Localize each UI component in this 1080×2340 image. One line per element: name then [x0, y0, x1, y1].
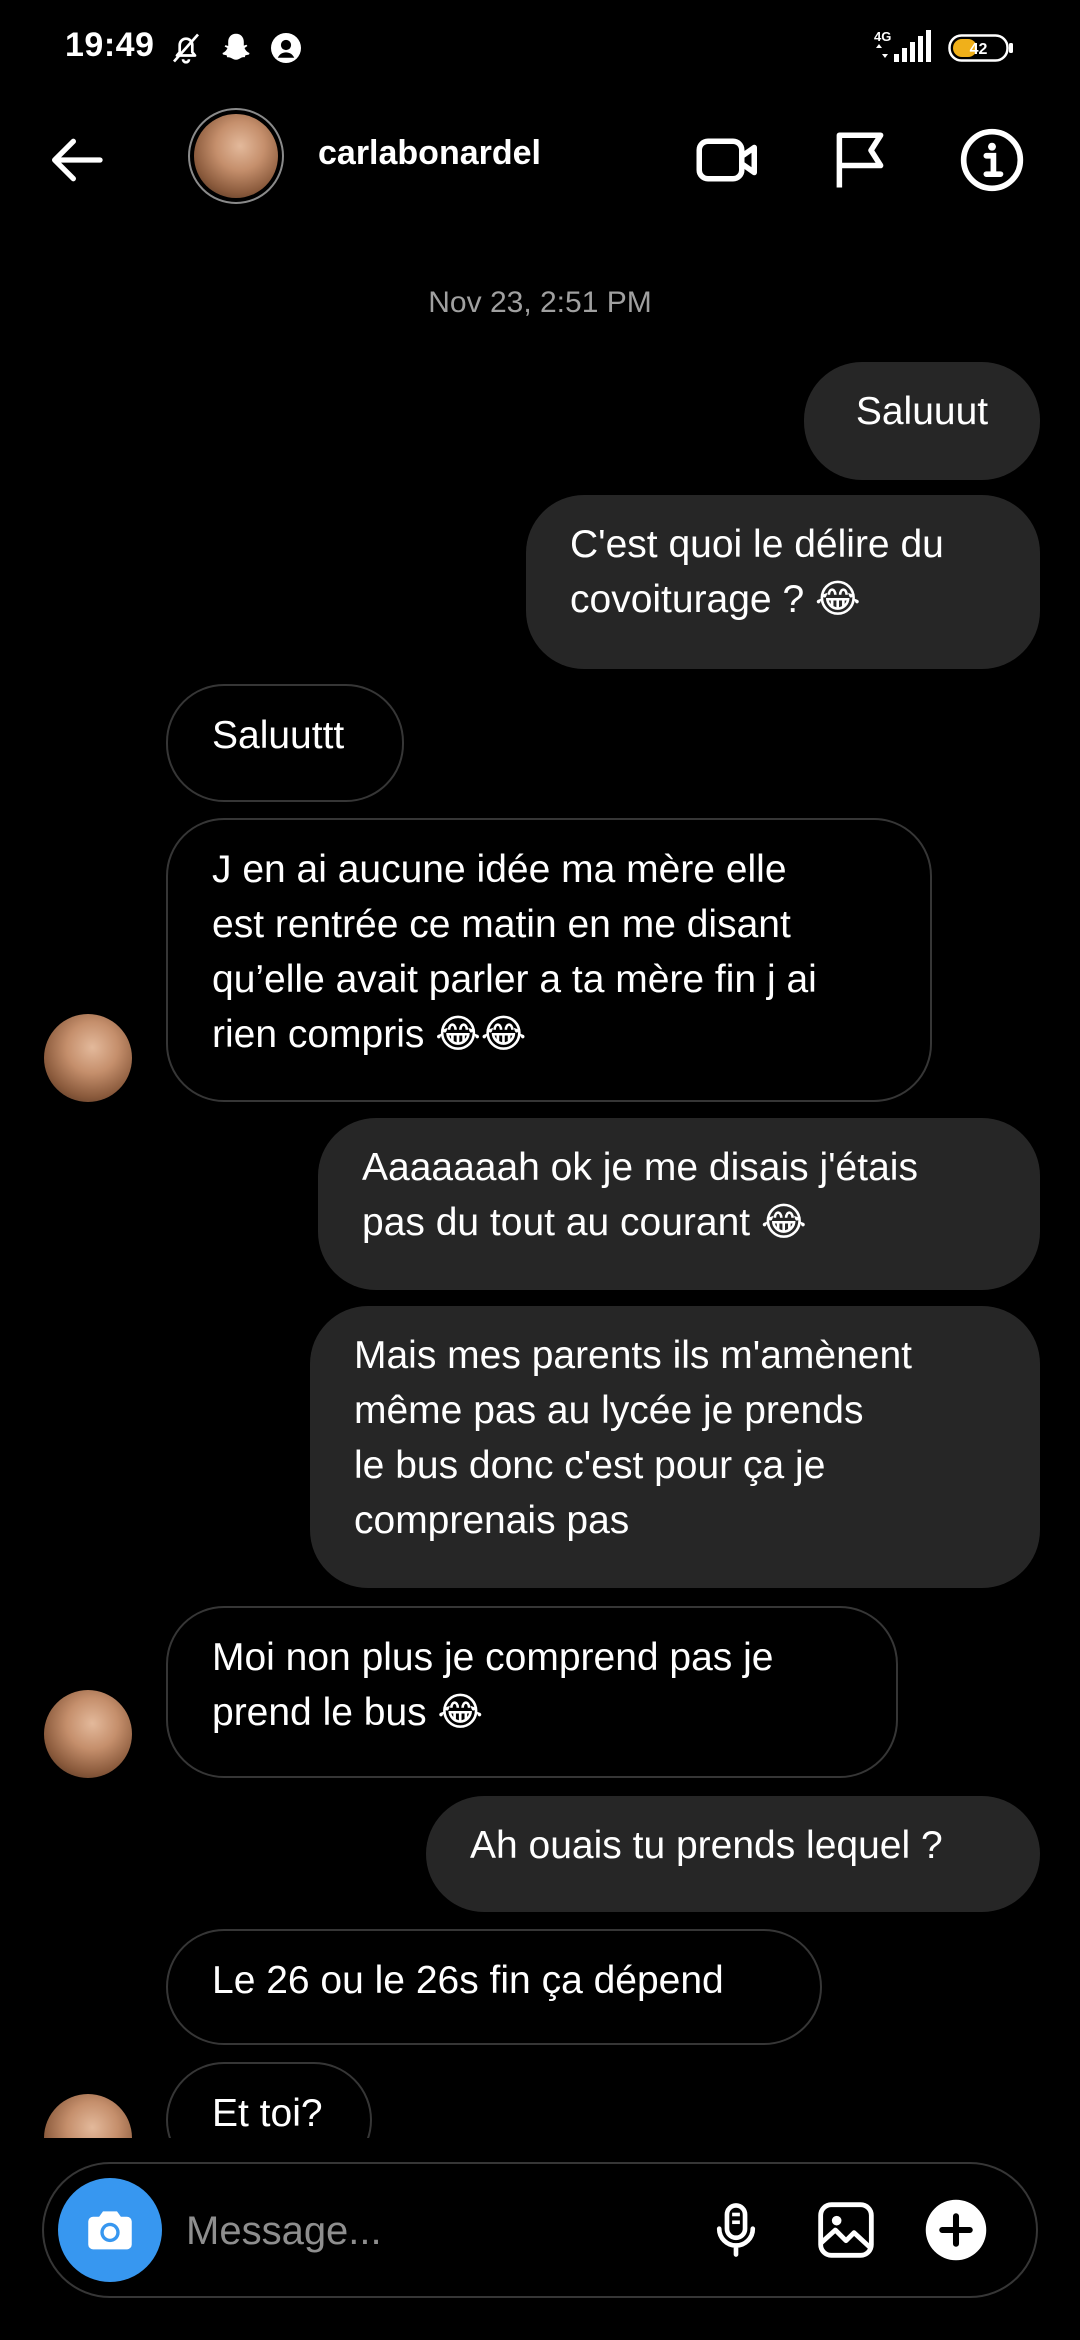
- message-incoming[interactable]: Saluuttt: [166, 684, 404, 802]
- status-time: 19:49: [65, 26, 155, 64]
- camera-button[interactable]: [58, 2178, 162, 2282]
- voice-message-button[interactable]: [698, 2192, 774, 2268]
- message-input[interactable]: [184, 2200, 668, 2262]
- message-incoming[interactable]: Le 26 ou le 26s fin ça dépend: [166, 1929, 822, 2045]
- battery-icon: 42: [948, 34, 1013, 62]
- network-type: 4G: [874, 29, 891, 44]
- back-arrow-icon: [52, 138, 103, 182]
- mute-icon: [172, 33, 200, 64]
- camera-icon: [88, 2211, 132, 2250]
- avatar: [194, 114, 278, 198]
- sender-avatar[interactable]: [44, 1690, 132, 1778]
- more-options-button[interactable]: [918, 2192, 994, 2268]
- back-button[interactable]: [38, 122, 114, 198]
- thread-timestamp: Nov 23, 2:51 PM: [428, 286, 652, 319]
- signal-icon: 4G: [874, 29, 931, 62]
- chat-username[interactable]: carlabonardel: [318, 134, 541, 173]
- message-outgoing[interactable]: Saluuut: [804, 362, 1040, 480]
- video-call-icon: [696, 138, 757, 182]
- report-button[interactable]: [822, 122, 898, 198]
- message-outgoing[interactable]: C'est quoi le délire du covoiturage ? 😂: [526, 495, 1040, 669]
- message-outgoing[interactable]: Mais mes parents ils m'amènent même pas …: [310, 1306, 1040, 1588]
- flag-icon: [836, 132, 884, 188]
- status-icon: [271, 33, 301, 63]
- message-incoming[interactable]: J en ai aucune idée ma mère elle est ren…: [166, 818, 932, 1102]
- status-bar: 19:49 4G 42: [0, 0, 1080, 100]
- info-icon: [960, 128, 1024, 192]
- message-outgoing[interactable]: Ah ouais tu prends lequel ?: [426, 1796, 1040, 1912]
- gallery-button[interactable]: [808, 2192, 884, 2268]
- message-incoming[interactable]: Moi non plus je comprend pas je prend le…: [166, 1606, 898, 1778]
- video-call-button[interactable]: [690, 122, 766, 198]
- microphone-icon: [716, 2203, 756, 2257]
- header-avatar[interactable]: [188, 108, 284, 204]
- sender-avatar[interactable]: [44, 1014, 132, 1102]
- gallery-icon: [818, 2202, 874, 2258]
- message-outgoing[interactable]: Aaaaaaah ok je me disais j'étais pas du …: [318, 1118, 1040, 1290]
- snapchat-icon: [222, 33, 250, 60]
- battery-level: 42: [970, 41, 988, 58]
- plus-icon: [925, 2199, 987, 2261]
- info-button[interactable]: [954, 122, 1030, 198]
